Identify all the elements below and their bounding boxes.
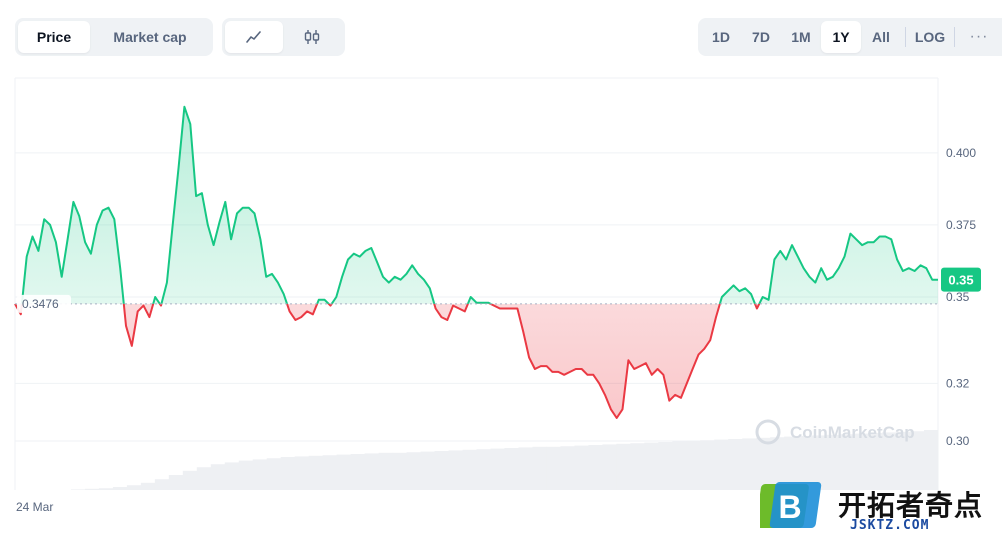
- divider: [905, 27, 906, 47]
- volume-bar: [112, 487, 128, 490]
- volume-bar: [728, 439, 743, 490]
- volume-bar: [294, 456, 310, 490]
- volume-bar: [826, 434, 841, 490]
- y-tick-label: 0.35: [946, 290, 970, 304]
- volume-bar: [70, 489, 86, 490]
- volume-bar: [504, 448, 519, 490]
- site-logo-letter: B: [778, 489, 801, 525]
- volume-bar: [266, 458, 282, 490]
- tab-price[interactable]: Price: [18, 21, 90, 53]
- volume-bar: [308, 455, 324, 490]
- volume-bar: [840, 434, 855, 490]
- volume-bar: [448, 450, 464, 490]
- log-scale-button[interactable]: LOG: [910, 21, 950, 53]
- volume-bar: [532, 446, 547, 490]
- volume-bar: [224, 462, 240, 490]
- range-all[interactable]: All: [861, 21, 901, 53]
- volume-bar: [630, 443, 645, 490]
- area-above-baseline: [21, 106, 938, 304]
- volume-bar: [714, 439, 729, 490]
- time-range-toggle: 1D 7D 1M 1Y All LOG ···: [698, 18, 1002, 56]
- y-tick-label: 0.32: [946, 376, 970, 390]
- y-tick-label: 0.30: [946, 434, 970, 448]
- y-tick-label: 0.400: [946, 146, 976, 160]
- volume-bar: [252, 459, 268, 490]
- range-7d[interactable]: 7D: [741, 21, 781, 53]
- volume-bar: [476, 449, 491, 490]
- tab-market-cap[interactable]: Market cap: [90, 21, 210, 53]
- volume-bar: [588, 445, 603, 490]
- volume-bar: [154, 479, 170, 490]
- volume-bar: [168, 475, 184, 490]
- volume-bar: [378, 452, 394, 490]
- volume-bar: [84, 488, 100, 490]
- volume-bar: [742, 438, 757, 490]
- watermark-text: CoinMarketCap: [790, 423, 915, 442]
- volume-bar: [924, 430, 939, 490]
- volume-bar: [560, 446, 575, 490]
- volume-bar: [196, 467, 212, 490]
- volume-bar: [280, 457, 296, 490]
- volume-bar: [686, 440, 701, 490]
- more-options-button[interactable]: ···: [959, 21, 999, 53]
- volume-bar: [140, 482, 156, 490]
- candlestick-icon: [304, 30, 320, 44]
- volume-bar: [126, 485, 142, 490]
- volume-bar: [672, 441, 687, 490]
- line-chart-icon: [246, 31, 261, 43]
- candlestick-button[interactable]: [283, 21, 341, 53]
- volume-bar: [518, 447, 533, 490]
- volume-bar: [700, 440, 715, 490]
- range-1m[interactable]: 1M: [781, 21, 821, 53]
- price-chart-svg: 0.30 0.32 0.35 0.375 0.400 CoinMarketCap 0.347…: [14, 77, 981, 514]
- volume-bar: [336, 454, 352, 490]
- volume-bar: [210, 464, 226, 490]
- current-price-label: 0.35: [948, 273, 973, 288]
- volume-bar: [238, 460, 254, 490]
- volume-bar: [406, 452, 422, 490]
- site-logo-icon: B: [760, 482, 822, 528]
- volume-bar: [392, 452, 408, 490]
- volume-bar: [364, 453, 380, 490]
- volume-bar: [434, 451, 450, 490]
- volume-bar: [658, 442, 673, 490]
- volume-bar: [182, 470, 198, 490]
- volume-bar: [644, 442, 659, 490]
- price-chart[interactable]: 0.30 0.32 0.35 0.375 0.400 CoinMarketCap 0.347…: [0, 60, 1002, 539]
- volume-bar: [350, 454, 366, 490]
- range-1y[interactable]: 1Y: [821, 21, 861, 53]
- metric-toggle: Price Market cap: [15, 18, 213, 56]
- y-tick-label: 0.375: [946, 218, 976, 232]
- volume-bar: [98, 488, 114, 490]
- line-chart-button[interactable]: [225, 21, 283, 53]
- volume-bar: [602, 444, 617, 490]
- volume-bar: [462, 449, 477, 490]
- volume-bar: [546, 446, 561, 490]
- divider: [954, 27, 955, 47]
- volume-bar: [574, 445, 589, 490]
- range-1d[interactable]: 1D: [701, 21, 741, 53]
- volume-bar: [490, 448, 505, 490]
- chart-type-toggle: [222, 18, 345, 56]
- site-url: JSKTZ.COM: [850, 518, 930, 533]
- x-tick-label: 24 Mar: [16, 500, 53, 514]
- volume-bar: [616, 443, 631, 490]
- volume-bar: [322, 455, 338, 490]
- volume-bar: [854, 433, 869, 490]
- baseline-label: 0.3476: [22, 297, 59, 311]
- volume-bar: [420, 451, 436, 490]
